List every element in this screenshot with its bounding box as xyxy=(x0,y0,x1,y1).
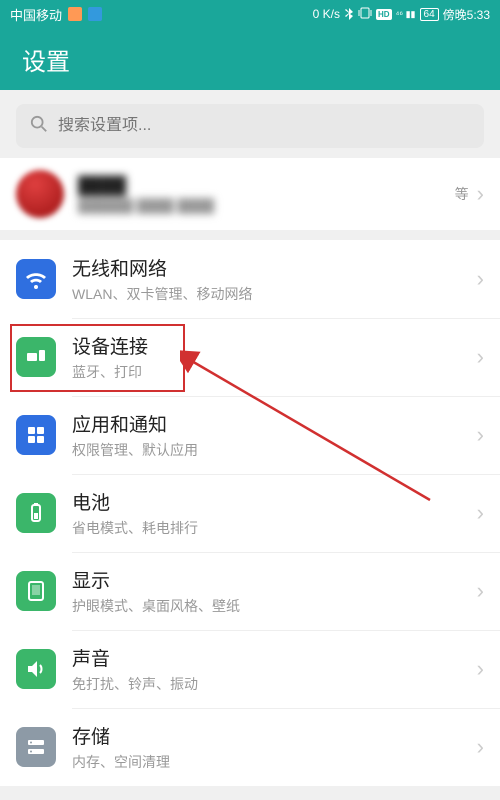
account-sub: ██████ ████ ████ xyxy=(78,198,455,213)
chevron-right-icon: › xyxy=(477,734,484,760)
row-sub: 权限管理、默认应用 xyxy=(72,440,477,460)
chevron-right-icon: › xyxy=(477,656,484,682)
row-apps-notification[interactable]: 应用和通知 权限管理、默认应用 › xyxy=(0,396,500,474)
row-wireless-network[interactable]: 无线和网络 WLAN、双卡管理、移动网络 › xyxy=(0,240,500,318)
row-sub: 内存、空间清理 xyxy=(72,752,477,772)
device-connection-icon xyxy=(16,337,56,377)
chevron-right-icon: › xyxy=(477,422,484,448)
row-title: 无线和网络 xyxy=(72,254,477,281)
row-sound[interactable]: 声音 免打扰、铃声、振动 › xyxy=(0,630,500,708)
signal-icon: ⁴⁶ ▮▮ xyxy=(396,9,416,20)
chevron-right-icon: › xyxy=(477,578,484,604)
row-storage[interactable]: 存储 内存、空间清理 › xyxy=(0,708,500,786)
page-title: 设置 xyxy=(22,42,70,77)
row-sub: 免打扰、铃声、振动 xyxy=(72,674,477,694)
battery-icon xyxy=(16,493,56,533)
row-sub: 蓝牙、打印 xyxy=(72,362,477,382)
chevron-right-icon: › xyxy=(477,266,484,292)
status-bar: 中国移动 0 K/s HD ⁴⁶ ▮▮ 64 傍晚5:33 xyxy=(0,0,500,28)
row-device-connection[interactable]: 设备连接 蓝牙、打印 › xyxy=(0,318,500,396)
account-tail: 等 xyxy=(455,184,469,204)
sound-icon xyxy=(16,649,56,689)
chevron-right-icon: › xyxy=(477,500,484,526)
hd-icon: HD xyxy=(376,9,392,20)
account-row[interactable]: ████ ██████ ████ ████ 等 › xyxy=(0,158,500,230)
chevron-right-icon: › xyxy=(477,181,484,207)
wifi-icon xyxy=(16,259,56,299)
search-input[interactable] xyxy=(58,117,470,135)
status-time: 傍晚5:33 xyxy=(443,6,490,23)
row-title: 存储 xyxy=(72,722,477,749)
battery-icon: 64 xyxy=(420,8,439,21)
search-bar[interactable] xyxy=(16,104,484,148)
app-icon-2 xyxy=(88,7,102,21)
chevron-right-icon: › xyxy=(477,344,484,370)
page-header: 设置 xyxy=(0,28,500,90)
net-speed: 0 K/s xyxy=(313,7,340,21)
apps-icon xyxy=(16,415,56,455)
row-display[interactable]: 显示 护眼模式、桌面风格、壁纸 › xyxy=(0,552,500,630)
row-title: 电池 xyxy=(72,488,477,515)
row-title: 显示 xyxy=(72,566,477,593)
storage-icon xyxy=(16,727,56,767)
avatar xyxy=(16,170,64,218)
vibrate-icon xyxy=(358,7,372,22)
account-name: ████ xyxy=(78,176,455,196)
carrier-label: 中国移动 xyxy=(10,5,62,24)
app-icon-1 xyxy=(68,7,82,21)
row-sub: WLAN、双卡管理、移动网络 xyxy=(72,284,477,304)
row-title: 设备连接 xyxy=(72,332,477,359)
row-sub: 护眼模式、桌面风格、壁纸 xyxy=(72,596,477,616)
settings-list: 无线和网络 WLAN、双卡管理、移动网络 › 设备连接 蓝牙、打印 › 应用和通… xyxy=(0,240,500,786)
display-icon xyxy=(16,571,56,611)
row-battery[interactable]: 电池 省电模式、耗电排行 › xyxy=(0,474,500,552)
bluetooth-icon xyxy=(344,6,354,23)
row-sub: 省电模式、耗电排行 xyxy=(72,518,477,538)
row-title: 声音 xyxy=(72,644,477,671)
search-icon xyxy=(30,115,48,138)
row-title: 应用和通知 xyxy=(72,410,477,437)
